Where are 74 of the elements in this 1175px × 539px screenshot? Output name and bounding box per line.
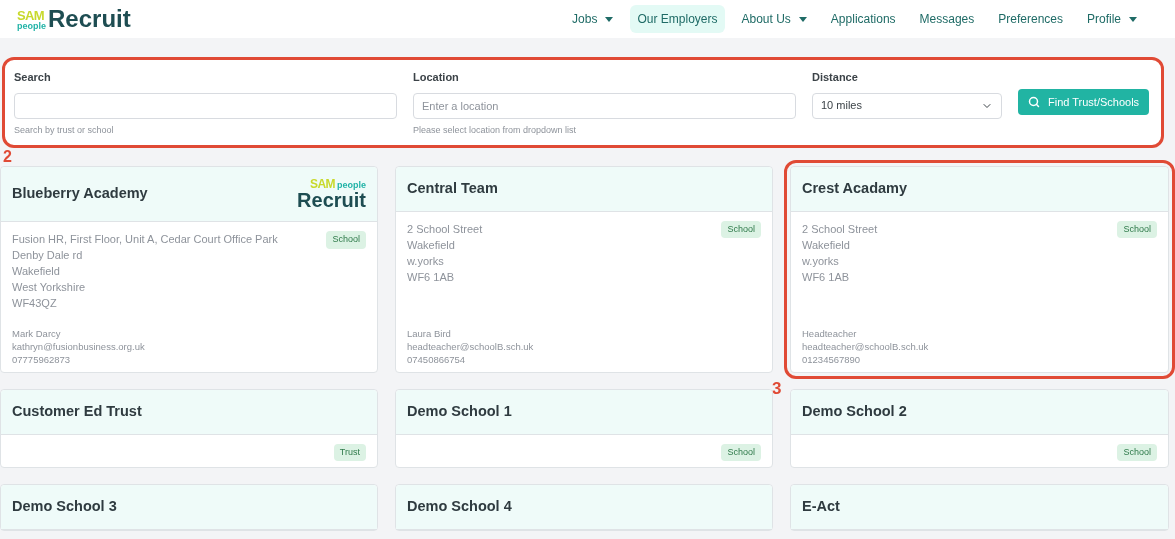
nav-link[interactable]: Our Employers [630, 5, 725, 33]
address-line: Wakefield [12, 264, 61, 279]
type-badge: School [1117, 443, 1157, 462]
address-line: Fusion HR, First Floor, Unit A, Cedar Court Office Park [12, 232, 278, 247]
nav-link[interactable]: Profile [1080, 5, 1144, 33]
employer-card[interactable]: Blueberry Academy SAM people Recruit Fusion HR, First Floor, Unit A, Cedar Court Office Park Denby Dale rd Wakefield West Yorkshire WF43QZ School Mark Darcy kathryn@fusionbusiness.org.uk 07775962873 [0, 166, 378, 373]
field-hint: Search by trust or school [14, 123, 115, 137]
address-line: Wakefield [407, 237, 456, 253]
address-line: WF6 1AB [407, 269, 456, 285]
type-badge: School [721, 220, 761, 239]
address-line: WF6 1AB [802, 269, 851, 285]
employer-name[interactable]: Demo School 2 [802, 401, 907, 423]
type-badge: School [326, 231, 366, 249]
contact-line: kathryn@fusionbusiness.org.uk [12, 340, 146, 353]
contact-line: 07450866754 [407, 353, 467, 366]
contact-line: Headteacher [802, 327, 858, 340]
nav-link[interactable]: Messages [912, 5, 982, 33]
search-icon [1028, 96, 1040, 108]
employer-name[interactable]: Blueberry Academy [12, 183, 148, 205]
employer-card[interactable]: Demo School 2 School [790, 389, 1169, 469]
callout-number: 3 [772, 377, 782, 400]
contact-line: headteacher@schoolB.sch.uk [407, 340, 535, 353]
search-field[interactable] [14, 92, 397, 119]
address-line: 2 School Street [407, 221, 483, 237]
type-badge: School [1117, 220, 1157, 239]
type-badge: Trust [333, 443, 366, 462]
contact-line: 01234567890 [802, 353, 862, 366]
employer-card[interactable]: Crest Acadamy 2 School Street Wakefield w.yorks WF6 1AB School Headteacher headteacher@schoolB.sch.uk 01234567890 [790, 166, 1169, 373]
employer-card[interactable]: E-Act [790, 484, 1169, 531]
address-line: West Yorkshire [12, 280, 87, 295]
location-field[interactable]: Enter a location [413, 92, 796, 119]
field-label: Search [14, 70, 52, 85]
nav-link[interactable]: About Us [734, 5, 814, 33]
employer-name[interactable]: Central Team [407, 178, 498, 200]
contact-line: headteacher@schoolB.sch.uk [802, 340, 930, 353]
employer-name[interactable]: Demo School 3 [12, 496, 117, 518]
nav-link[interactable]: Preferences [991, 5, 1070, 33]
address-line: w.yorks [407, 253, 445, 269]
employer-card[interactable]: Demo School 4 [395, 484, 773, 531]
contact-line: 07775962873 [12, 353, 72, 366]
logo-subtitle: people [337, 181, 366, 190]
field-label: Location [413, 70, 460, 85]
logo-mark: SAM [17, 9, 44, 22]
employer-name[interactable]: E-Act [802, 496, 840, 518]
contact-line: Laura Bird [407, 327, 452, 340]
logo-subtitle: people [17, 22, 46, 31]
employer-card[interactable]: Customer Ed Trust Trust [0, 389, 378, 469]
employer-name[interactable]: Customer Ed Trust [12, 401, 142, 423]
employer-card[interactable]: Central Team 2 School Street Wakefield w.yorks WF6 1AB School Laura Bird headteacher@schoolB.sch.uk 07450866754 [395, 166, 773, 373]
logo-mark: SAM [310, 178, 335, 190]
address-line: Denby Dale rd [12, 248, 84, 263]
recruit-logo[interactable]: SAM people Recruit [297, 178, 366, 210]
address-line: 2 School Street [802, 221, 878, 237]
logo-wordmark: Recruit [48, 7, 131, 31]
employer-card[interactable]: Demo School 1 School [395, 389, 773, 469]
contact-line: Mark Darcy [12, 327, 62, 340]
caret-icon [1129, 16, 1137, 22]
address-line: Wakefield [802, 237, 851, 253]
type-badge: School [721, 443, 761, 462]
distance-select[interactable]: 10 miles [812, 92, 1002, 119]
caret-icon [605, 16, 614, 22]
field-label: Distance [812, 70, 859, 85]
caret-icon [798, 16, 807, 22]
logo-wordmark: Recruit [297, 190, 366, 210]
callout-number: 2 [3, 149, 12, 165]
field-hint: Please select location from dropdown list [413, 123, 578, 137]
employer-name[interactable]: Demo School 1 [407, 401, 512, 423]
address-line: w.yorks [802, 253, 840, 269]
employer-name[interactable]: Demo School 4 [407, 496, 512, 518]
nav-link[interactable]: Applications [823, 5, 903, 33]
address-line: WF43QZ [12, 296, 58, 311]
employer-card[interactable]: Demo School 3 [0, 484, 378, 531]
nav-link[interactable]: Jobs [565, 5, 621, 33]
employer-name[interactable]: Crest Acadamy [802, 178, 908, 200]
